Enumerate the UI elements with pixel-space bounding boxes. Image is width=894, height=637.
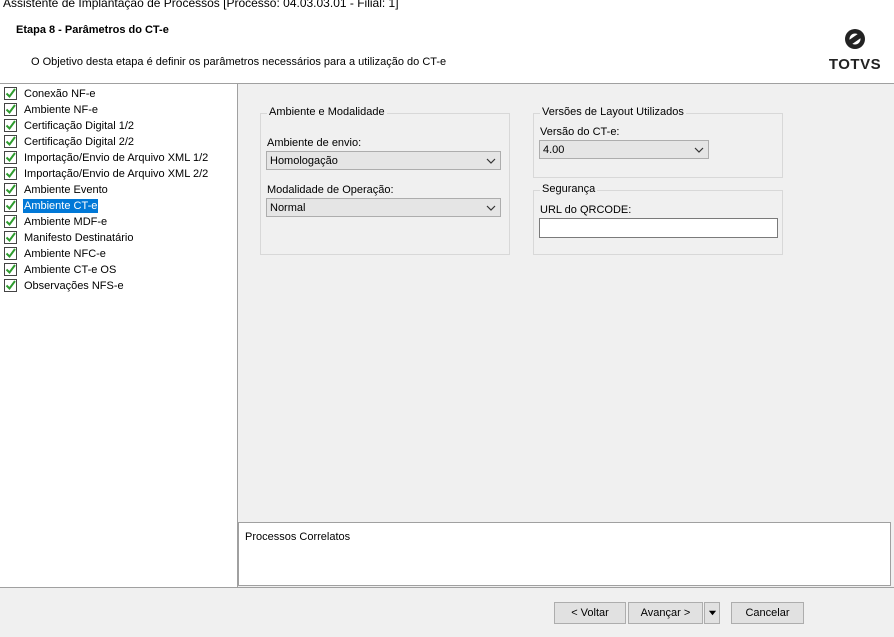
sidebar-item-certificacao-2[interactable]: Certificação Digital 2/2 (4, 134, 135, 149)
chevron-down-icon (694, 147, 704, 153)
footer-divider (0, 587, 894, 588)
checkbox-checked-icon (4, 167, 17, 180)
sidebar-item-label: Certificação Digital 2/2 (24, 135, 135, 148)
sidebar-item-label: Ambiente CT-e OS (24, 263, 117, 276)
group-title: Segurança (540, 183, 598, 195)
sidebar-item-label: Ambiente NF-e (24, 103, 98, 116)
checkbox-checked-icon (4, 263, 17, 276)
ambiente-envio-label: Ambiente de envio: (267, 137, 362, 149)
versao-cte-value: 4.00 (543, 144, 565, 156)
modalidade-label: Modalidade de Operação: (267, 184, 394, 196)
checkbox-checked-icon (4, 215, 17, 228)
next-button[interactable]: Avançar > (628, 602, 703, 624)
totvs-logo-icon (845, 29, 865, 49)
sidebar-item-label: Ambiente Evento (24, 183, 108, 196)
checkbox-checked-icon (4, 247, 17, 260)
logo-text: TOTVS (828, 56, 882, 73)
checkbox-checked-icon (4, 151, 17, 164)
wizard-header: Etapa 8 - Parâmetros do CT-e O Objetivo … (0, 16, 894, 84)
sidebar-item-certificacao-1[interactable]: Certificação Digital 1/2 (4, 118, 135, 133)
modalidade-value: Normal (270, 202, 306, 214)
window-titlebar: Assistente de Implantação de Processos [… (0, 0, 894, 16)
group-title: Versões de Layout Utilizados (540, 106, 686, 118)
main-panel: Ambiente e Modalidade Ambiente de envio:… (238, 84, 894, 522)
related-processes-label: Processos Correlatos (245, 531, 351, 543)
group-ambiente-modalidade: Ambiente e Modalidade Ambiente de envio:… (260, 106, 510, 255)
sidebar-item-xml-1[interactable]: Importação/Envio de Arquivo XML 1/2 (4, 150, 209, 165)
checkbox-checked-icon (4, 135, 17, 148)
ambiente-envio-value: Homologação (270, 155, 338, 167)
checkbox-checked-icon (4, 279, 17, 292)
step-title: Etapa 8 - Parâmetros do CT-e (16, 24, 169, 36)
next-dropdown-button[interactable] (704, 602, 720, 624)
versao-cte-label: Versão do CT-e: (540, 126, 620, 138)
group-versoes-layout: Versões de Layout Utilizados Versão do C… (533, 106, 783, 178)
checkbox-checked-icon (4, 199, 17, 212)
modalidade-select[interactable]: Normal (266, 198, 501, 217)
checkbox-checked-icon (4, 183, 17, 196)
sidebar-item-ambiente-nfce[interactable]: Ambiente NFC-e (4, 246, 107, 261)
sidebar-item-ambiente-evento[interactable]: Ambiente Evento (4, 182, 109, 197)
sidebar-item-label: Ambiente CT-e (23, 198, 99, 213)
chevron-down-icon (486, 205, 496, 211)
window-title: Assistente de Implantação de Processos [… (3, 0, 399, 10)
sidebar-item-label: Importação/Envio de Arquivo XML 2/2 (24, 167, 209, 180)
checkbox-checked-icon (4, 231, 17, 244)
related-processes-panel: Processos Correlatos (238, 522, 891, 586)
group-seguranca: Segurança URL do QRCODE: (533, 183, 783, 255)
checkbox-checked-icon (4, 87, 17, 100)
sidebar-item-xml-2[interactable]: Importação/Envio de Arquivo XML 2/2 (4, 166, 209, 181)
chevron-down-icon (486, 158, 496, 164)
caret-down-icon (708, 610, 716, 616)
sidebar-item-observacoes-nfse[interactable]: Observações NFS-e (4, 278, 125, 293)
steps-sidebar: Conexão NF-e Ambiente NF-e Certificação … (0, 84, 238, 587)
sidebar-item-label: Ambiente MDF-e (24, 215, 108, 228)
checkbox-checked-icon (4, 103, 17, 116)
sidebar-item-label: Importação/Envio de Arquivo XML 1/2 (24, 151, 209, 164)
sidebar-item-conexao-nfe[interactable]: Conexão NF-e (4, 86, 97, 101)
step-description: O Objetivo desta etapa é definir os parâ… (31, 56, 447, 68)
cancel-button[interactable]: Cancelar (731, 602, 804, 624)
qrcode-input[interactable] (539, 218, 778, 238)
sidebar-item-ambiente-mdfe[interactable]: Ambiente MDF-e (4, 214, 108, 229)
sidebar-item-label: Certificação Digital 1/2 (24, 119, 135, 132)
versao-cte-select[interactable]: 4.00 (539, 140, 709, 159)
qrcode-label: URL do QRCODE: (540, 204, 632, 216)
sidebar-item-label: Manifesto Destinatário (24, 231, 134, 244)
totvs-logo: TOTVS (826, 26, 886, 76)
group-title: Ambiente e Modalidade (267, 106, 387, 118)
checkbox-checked-icon (4, 119, 17, 132)
ambiente-envio-select[interactable]: Homologação (266, 151, 501, 170)
sidebar-item-ambiente-cte[interactable]: Ambiente CT-e (4, 198, 99, 213)
sidebar-item-manifesto[interactable]: Manifesto Destinatário (4, 230, 134, 245)
sidebar-item-label: Ambiente NFC-e (24, 247, 106, 260)
sidebar-item-label: Conexão NF-e (24, 87, 96, 100)
sidebar-item-ambiente-nfe[interactable]: Ambiente NF-e (4, 102, 99, 117)
sidebar-item-label: Observações NFS-e (24, 279, 124, 292)
sidebar-item-ambiente-cte-os[interactable]: Ambiente CT-e OS (4, 262, 117, 277)
back-button[interactable]: < Voltar (554, 602, 626, 624)
